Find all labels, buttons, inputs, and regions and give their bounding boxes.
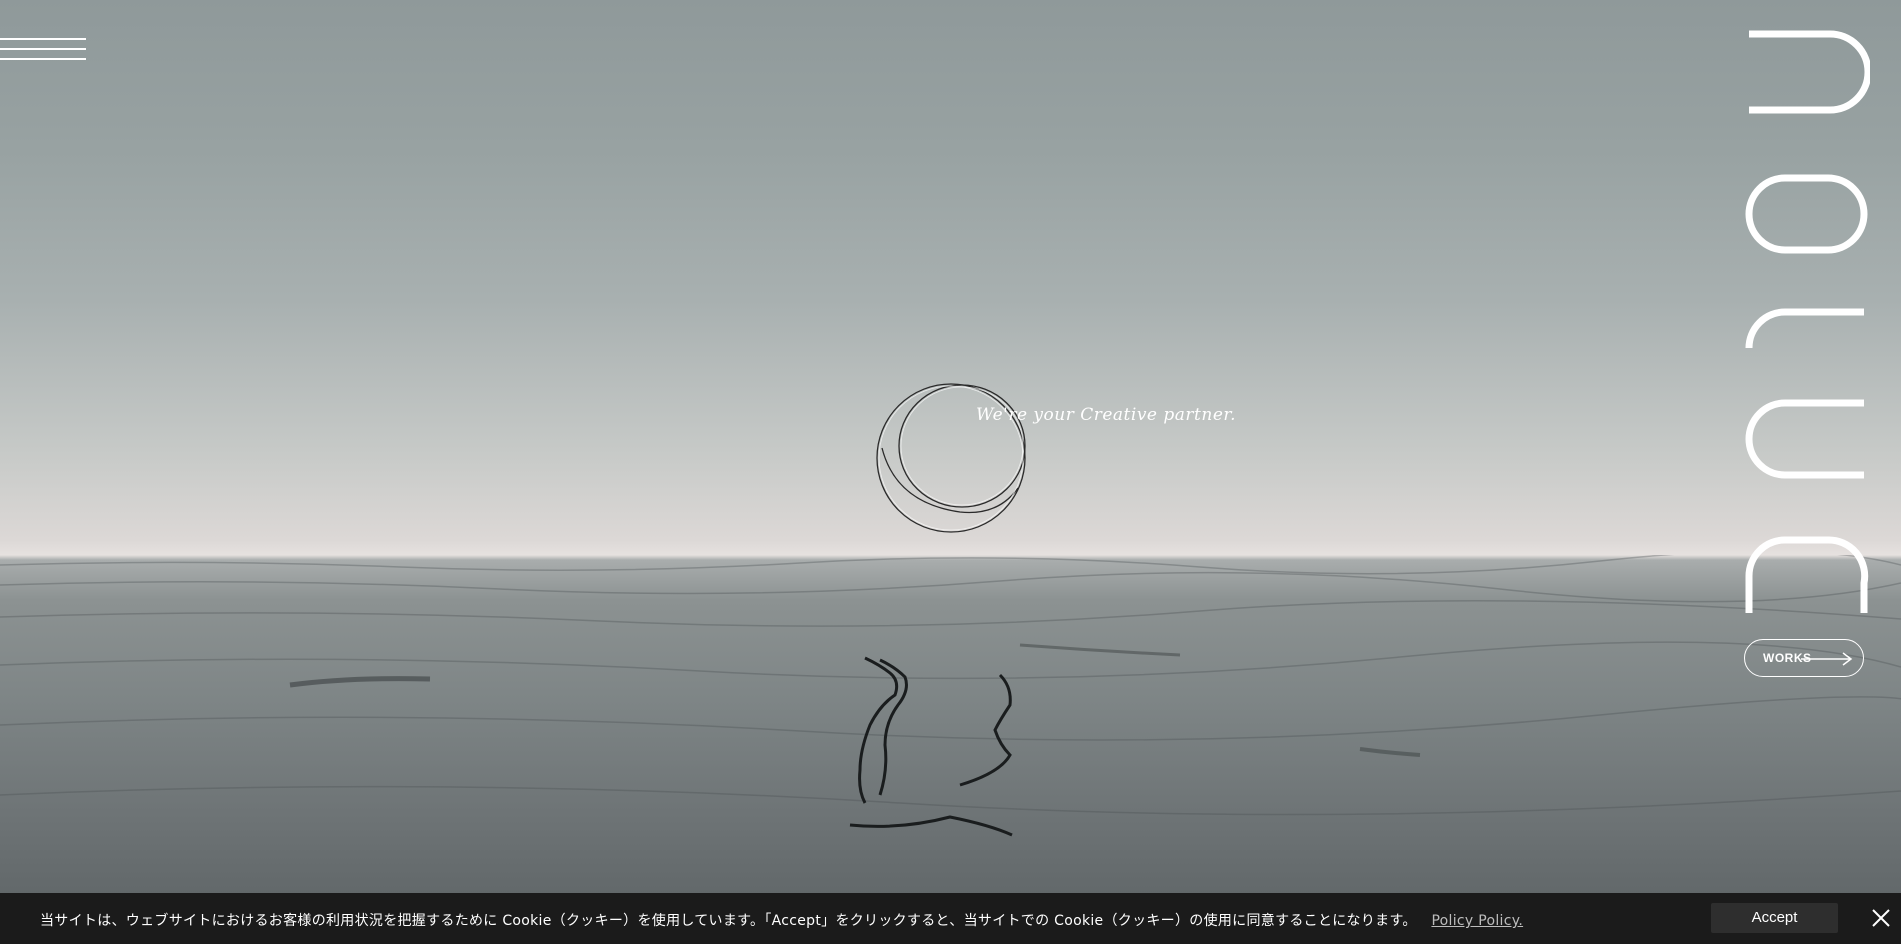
policy-link[interactable]: Policy Policy. bbox=[1431, 913, 1523, 929]
sea-surface bbox=[0, 555, 1901, 837]
hamburger-icon bbox=[0, 38, 86, 40]
vertical-wordmark-logo[interactable] bbox=[1740, 30, 1870, 620]
works-button[interactable]: WORKS bbox=[1744, 639, 1864, 677]
menu-button[interactable] bbox=[0, 38, 86, 64]
close-icon[interactable] bbox=[1872, 909, 1890, 927]
hero-tagline: We're your Creative partner. bbox=[976, 405, 1237, 425]
hero-scene: We're your Creative partner. WORKS 当サイトは… bbox=[0, 0, 1901, 944]
arrow-right-icon bbox=[1801, 652, 1853, 666]
accept-button[interactable]: Accept bbox=[1711, 903, 1838, 933]
center-ring-mark bbox=[876, 383, 1026, 533]
hamburger-line bbox=[0, 48, 86, 50]
cookie-message: 当サイトは、ウェブサイトにおけるお客様の利用状況を把握するために Cookie（… bbox=[40, 913, 1417, 929]
hamburger-line bbox=[0, 58, 86, 60]
cookie-consent-bar: 当サイトは、ウェブサイトにおけるお客様の利用状況を把握するために Cookie（… bbox=[0, 893, 1901, 944]
cookie-message-container: 当サイトは、ウェブサイトにおけるお客様の利用状況を把握するために Cookie（… bbox=[40, 910, 1523, 930]
